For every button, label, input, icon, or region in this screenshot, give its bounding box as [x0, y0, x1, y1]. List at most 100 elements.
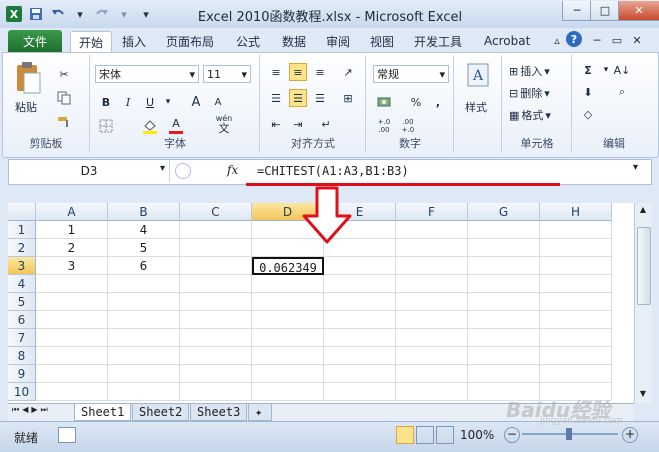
cell[interactable] [180, 239, 252, 257]
help-icon[interactable]: ? [566, 31, 582, 47]
row-header[interactable]: 8 [8, 347, 36, 365]
italic-button[interactable]: I [119, 93, 137, 111]
undo-icon[interactable] [50, 6, 66, 22]
column-header[interactable]: B [108, 203, 180, 221]
cell[interactable] [36, 365, 108, 383]
currency-icon[interactable] [375, 93, 393, 111]
cell[interactable] [108, 347, 180, 365]
scroll-thumb[interactable] [637, 227, 651, 305]
row-header[interactable]: 2 [8, 239, 36, 257]
cut-icon[interactable]: ✂ [55, 65, 73, 83]
sheet-tab-1[interactable]: Sheet1 [74, 404, 132, 421]
cell[interactable] [540, 365, 612, 383]
cell[interactable] [396, 365, 468, 383]
cell[interactable]: 5 [108, 239, 180, 257]
scroll-down-icon[interactable]: ▼ [637, 389, 649, 401]
cell[interactable] [468, 329, 540, 347]
maximize-button[interactable]: □ [590, 1, 620, 21]
decrease-indent-icon[interactable]: ⇤ [267, 115, 285, 133]
cell[interactable] [324, 383, 396, 401]
cell[interactable] [540, 239, 612, 257]
copy-icon[interactable] [55, 89, 73, 107]
row-header[interactable]: 4 [8, 275, 36, 293]
tab-insert[interactable]: 插入 [114, 31, 154, 51]
row-header[interactable]: 7 [8, 329, 36, 347]
minimize-ribbon-icon[interactable]: ▵ [548, 31, 566, 49]
cell[interactable] [396, 257, 468, 275]
comma-style-button[interactable]: , [429, 93, 447, 111]
row-header[interactable]: 3 [8, 257, 36, 275]
cell[interactable] [540, 311, 612, 329]
expand-formula-bar-icon[interactable]: ▾ [633, 162, 638, 173]
cell[interactable] [396, 347, 468, 365]
zoom-slider-thumb[interactable] [566, 428, 572, 440]
styles-icon[interactable]: A [467, 63, 489, 90]
window-restore-icon[interactable]: ▭ [608, 31, 626, 49]
decrease-decimal-button[interactable]: .00 +.0 [399, 117, 417, 135]
cell[interactable] [396, 275, 468, 293]
sort-filter-icon[interactable]: A↓ [613, 61, 631, 79]
paste-icon[interactable] [15, 61, 41, 98]
new-sheet-icon[interactable]: ✦ [248, 404, 272, 421]
paste-button[interactable]: 粘贴 [15, 99, 37, 115]
cell[interactable] [36, 293, 108, 311]
column-header[interactable]: G [468, 203, 540, 221]
cell[interactable] [180, 329, 252, 347]
bold-button[interactable]: B [97, 93, 115, 111]
tab-data[interactable]: 数据 [274, 31, 314, 51]
cell[interactable] [108, 329, 180, 347]
zoom-out-button[interactable]: − [504, 427, 520, 443]
cell[interactable] [180, 257, 252, 275]
tab-page-layout[interactable]: 页面布局 [158, 31, 222, 51]
cell[interactable] [252, 311, 324, 329]
macro-record-icon[interactable] [58, 427, 76, 443]
cell[interactable]: 6 [108, 257, 180, 275]
cell[interactable] [540, 257, 612, 275]
cell[interactable] [252, 293, 324, 311]
row-header[interactable]: 9 [8, 365, 36, 383]
cell[interactable] [468, 365, 540, 383]
find-select-icon[interactable]: ⌕ [613, 83, 631, 101]
grow-font-button[interactable]: A [187, 93, 205, 111]
cell[interactable] [252, 383, 324, 401]
column-header[interactable]: H [540, 203, 612, 221]
cell[interactable] [36, 347, 108, 365]
tab-view[interactable]: 视图 [362, 31, 402, 51]
cell[interactable] [252, 275, 324, 293]
insert-cells-button[interactable]: ⊞ 插入 ▾ [509, 63, 550, 79]
cell[interactable] [108, 311, 180, 329]
cell[interactable]: 2 [36, 239, 108, 257]
cell[interactable] [180, 383, 252, 401]
cell[interactable] [468, 293, 540, 311]
format-cells-button[interactable]: ▦ 格式 ▾ [509, 107, 551, 123]
cell[interactable] [540, 275, 612, 293]
customize-toolbar-icon[interactable]: ▾ [138, 6, 154, 22]
redo-icon[interactable] [94, 6, 110, 22]
cell[interactable] [468, 239, 540, 257]
cell[interactable] [324, 347, 396, 365]
cell[interactable] [324, 275, 396, 293]
column-header[interactable]: A [36, 203, 108, 221]
number-format-select[interactable]: 常规 ▾ [373, 65, 449, 83]
format-painter-icon[interactable] [55, 113, 73, 131]
sheet-nav-icon[interactable]: ⏮◀▶⏭ [12, 405, 51, 415]
cell[interactable] [468, 311, 540, 329]
tab-file[interactable]: 文件 [8, 30, 62, 52]
cell[interactable] [396, 329, 468, 347]
dropdown-arrow-icon[interactable]: ▾ [116, 6, 132, 22]
orientation-icon[interactable]: ↗ [339, 63, 357, 81]
align-center-icon[interactable]: ☰ [289, 89, 307, 107]
underline-button[interactable]: U [141, 93, 159, 111]
cell[interactable] [252, 329, 324, 347]
percent-button[interactable]: % [407, 93, 425, 111]
cell[interactable]: 1 [36, 221, 108, 239]
cell[interactable] [324, 311, 396, 329]
row-header[interactable]: 6 [8, 311, 36, 329]
cell[interactable] [540, 293, 612, 311]
tab-home[interactable]: 开始 [70, 31, 113, 52]
zoom-level[interactable]: 100% [460, 428, 494, 442]
cell[interactable] [396, 239, 468, 257]
cell[interactable] [468, 347, 540, 365]
cell[interactable] [540, 221, 612, 239]
active-cell[interactable]: 0.062349 [252, 257, 324, 275]
